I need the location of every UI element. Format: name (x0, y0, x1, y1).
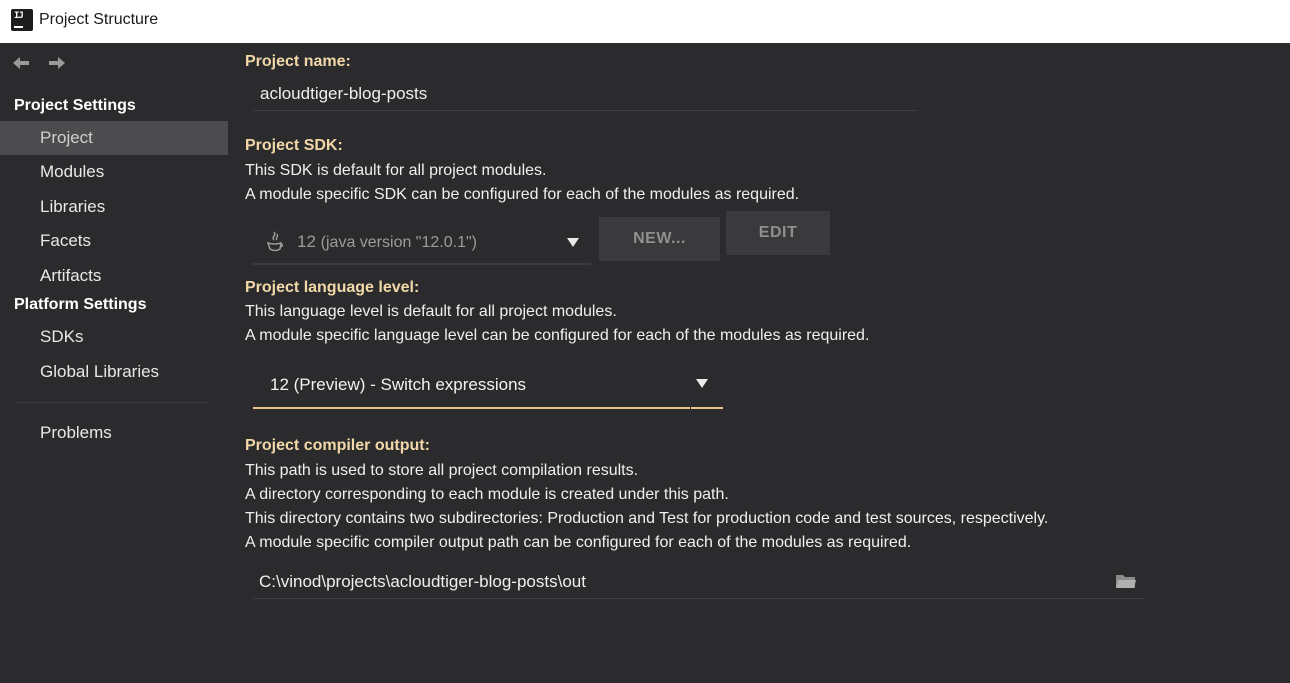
sdk-version-detail: (java version "12.0.1") (320, 234, 477, 251)
compiler-output-desc-2: A directory corresponding to each module… (245, 486, 729, 503)
compiler-output-desc-4: A module specific compiler output path c… (245, 534, 912, 551)
sidebar: Project Settings Project Modules Librari… (0, 43, 228, 683)
language-level-dropdown[interactable]: 12 (Preview) - Switch expressions (253, 363, 723, 409)
language-level-desc-2: A module specific language level can be … (245, 327, 870, 344)
project-name-field[interactable]: acloudtiger-blog-posts (253, 77, 918, 111)
compiler-output-desc-3: This directory contains two subdirectori… (245, 510, 1049, 527)
chevron-down-icon (567, 238, 579, 247)
project-settings-panel: Project name: acloudtiger-blog-posts Pro… (228, 43, 1290, 683)
sidebar-item-libraries[interactable]: Libraries (0, 190, 228, 224)
nav-arrows (12, 55, 66, 71)
sidebar-item-project[interactable]: Project (0, 121, 228, 155)
sidebar-item-modules[interactable]: Modules (0, 155, 228, 189)
language-level-desc-1: This language level is default for all p… (245, 303, 617, 320)
back-arrow-icon[interactable] (12, 55, 30, 71)
project-name-label: Project name: (245, 53, 351, 70)
intellij-icon: IJ (11, 9, 33, 31)
project-settings-heading: Project Settings (14, 97, 136, 114)
sidebar-item-facets[interactable]: Facets (0, 224, 228, 258)
java-icon (265, 231, 285, 253)
sidebar-divider (14, 402, 210, 403)
language-level-label: Project language level: (245, 279, 420, 296)
platform-settings-heading: Platform Settings (14, 296, 147, 313)
sidebar-item-artifacts[interactable]: Artifacts (0, 259, 228, 293)
compiler-output-label: Project compiler output: (245, 437, 430, 454)
new-sdk-button[interactable]: NEW... (599, 217, 720, 261)
edit-sdk-button[interactable]: EDIT (726, 211, 830, 255)
chevron-down-icon (696, 379, 708, 388)
compiler-output-path: C:\vinod\projects\acloudtiger-blog-posts… (259, 571, 586, 591)
folder-icon[interactable] (1115, 572, 1137, 590)
project-sdk-desc-1: This SDK is default for all project modu… (245, 162, 547, 179)
language-level-value: 12 (Preview) - Switch expressions (270, 375, 527, 394)
sidebar-item-problems[interactable]: Problems (0, 416, 228, 450)
compiler-output-desc-1: This path is used to store all project c… (245, 462, 639, 479)
project-sdk-desc-2: A module specific SDK can be configured … (245, 186, 800, 203)
forward-arrow-icon[interactable] (48, 55, 66, 71)
compiler-output-path-field[interactable]: C:\vinod\projects\acloudtiger-blog-posts… (253, 565, 1145, 599)
project-sdk-dropdown[interactable]: 12 (java version "12.0.1") (253, 221, 591, 265)
title-bar: IJ Project Structure (0, 0, 1290, 43)
sidebar-item-sdks[interactable]: SDKs (0, 320, 228, 354)
window-title: Project Structure (39, 11, 159, 28)
sidebar-item-global-libraries[interactable]: Global Libraries (0, 355, 228, 389)
project-sdk-label: Project SDK: (245, 137, 343, 154)
sdk-version: 12 (297, 232, 316, 251)
